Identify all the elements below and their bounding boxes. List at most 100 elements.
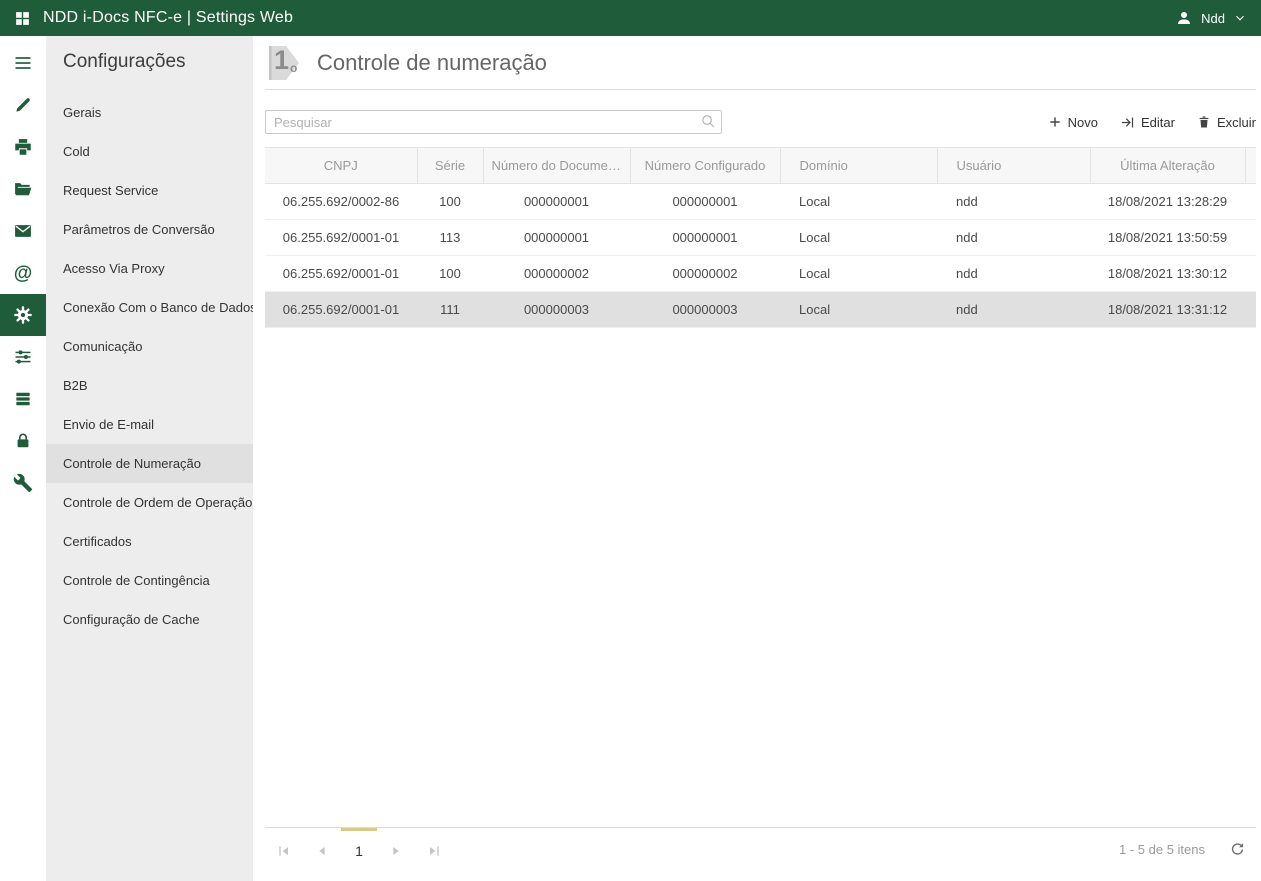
table-cell: ndd xyxy=(937,256,1090,292)
printer-icon[interactable] xyxy=(0,126,46,168)
table-cell: 111 xyxy=(417,292,483,328)
column-header[interactable]: Número Configurado xyxy=(630,148,780,184)
pager-info: 1 - 5 de 5 itens xyxy=(1119,842,1205,857)
sidebar-item[interactable]: Request Service xyxy=(46,171,253,210)
app-window: NDD i-Docs NFC-e | Settings Web Ndd xyxy=(0,0,1261,881)
trash-icon xyxy=(1197,115,1211,129)
sidebar-title: Configurações xyxy=(46,36,253,93)
pen-icon[interactable] xyxy=(0,84,46,126)
table-cell: 000000002 xyxy=(630,256,780,292)
pager: 1 1 - 5 de 5 itens xyxy=(265,827,1256,871)
table-cell: 000000003 xyxy=(630,292,780,328)
column-header[interactable]: Usuário xyxy=(937,148,1090,184)
table-cell: 100 xyxy=(417,256,483,292)
table-cell: 000000003 xyxy=(483,292,630,328)
table-row[interactable]: 06.255.692/0001-01111000000003000000003L… xyxy=(265,292,1256,328)
table-cell: 18/08/2021 13:30:12 xyxy=(1090,256,1245,292)
layers-icon[interactable] xyxy=(0,378,46,420)
sidebar-item[interactable]: Configuração de Cache xyxy=(46,600,253,639)
table-row[interactable]: 06.255.692/0001-01100000000002000000002L… xyxy=(265,256,1256,292)
table-cell: 18/08/2021 13:50:59 xyxy=(1090,220,1245,256)
table-cell: 000000001 xyxy=(630,184,780,220)
table-cell: 000000001 xyxy=(483,220,630,256)
table-cell: 100 xyxy=(417,184,483,220)
topbar: NDD i-Docs NFC-e | Settings Web Ndd xyxy=(0,0,1261,36)
search-icon[interactable] xyxy=(700,113,717,135)
sidebar-item[interactable]: Gerais xyxy=(46,93,253,132)
column-header[interactable]: Domínio xyxy=(780,148,937,184)
table-cell: ndd xyxy=(937,184,1090,220)
last-page-button[interactable] xyxy=(415,828,453,871)
next-page-button[interactable] xyxy=(377,828,415,871)
column-header[interactable]: CNPJ xyxy=(265,148,417,184)
table-cell: ndd xyxy=(937,292,1090,328)
table-cell: 06.255.692/0001-01 xyxy=(265,256,417,292)
user-name: Ndd xyxy=(1201,11,1225,26)
table-row[interactable]: 06.255.692/0002-86100000000001000000001L… xyxy=(265,184,1256,220)
table-cell: 06.255.692/0001-01 xyxy=(265,292,417,328)
sidebar-item[interactable]: Envio de E-mail xyxy=(46,405,253,444)
page-number[interactable]: 1 xyxy=(341,828,377,871)
table-cell: 000000001 xyxy=(483,184,630,220)
sidebar-item[interactable]: Certificados xyxy=(46,522,253,561)
sidebar-list: GeraisColdRequest ServiceParâmetros de C… xyxy=(46,93,253,639)
new-button[interactable]: Novo xyxy=(1048,115,1098,130)
column-header[interactable]: Última Alteração xyxy=(1090,148,1245,184)
user-icon xyxy=(1175,9,1193,27)
search-input[interactable] xyxy=(265,110,722,134)
sidebar-item[interactable]: Controle de Numeração xyxy=(46,444,253,483)
column-header[interactable]: Série xyxy=(417,148,483,184)
wrench-icon[interactable] xyxy=(0,462,46,504)
sidebar-item[interactable]: Controle de Contingência xyxy=(46,561,253,600)
envelope-icon[interactable] xyxy=(0,210,46,252)
sidebar-item[interactable]: Controle de Ordem de Operação xyxy=(46,483,253,522)
table-cell: 06.255.692/0001-01 xyxy=(265,220,417,256)
apps-grid-icon[interactable] xyxy=(14,10,31,27)
lock-icon[interactable] xyxy=(0,420,46,462)
refresh-button[interactable] xyxy=(1229,841,1246,858)
new-button-label: Novo xyxy=(1068,115,1098,130)
plus-icon xyxy=(1048,115,1062,129)
table-cell: ndd xyxy=(937,220,1090,256)
table-cell: 06.255.692/0002-86 xyxy=(265,184,417,220)
controls-row: Novo Editar xyxy=(265,110,1256,134)
table-cell: 000000001 xyxy=(630,220,780,256)
row-spacer xyxy=(1245,292,1256,328)
sidebar-item[interactable]: B2B xyxy=(46,366,253,405)
table-body: 06.255.692/0002-86100000000001000000001L… xyxy=(265,184,1256,328)
delete-button[interactable]: Excluir xyxy=(1197,115,1256,130)
table-header-row: CNPJSérieNúmero do DocumentoNúmero Confi… xyxy=(265,148,1256,184)
grid-toolbar: Novo Editar xyxy=(1048,115,1256,130)
table-cell: 000000002 xyxy=(483,256,630,292)
prev-page-button[interactable] xyxy=(303,828,341,871)
app-title: NDD i-Docs NFC-e | Settings Web xyxy=(43,9,293,27)
main-panel: 1 o Controle de numeração xyxy=(253,36,1261,881)
icon-rail: @ xyxy=(0,36,46,881)
sidebar-item[interactable]: Conexão Com o Banco de Dados xyxy=(46,288,253,327)
numbering-table: CNPJSérieNúmero do DocumentoNúmero Confi… xyxy=(265,147,1256,328)
table-cell: 113 xyxy=(417,220,483,256)
folder-icon[interactable] xyxy=(0,168,46,210)
sidebar-item[interactable]: Comunicação xyxy=(46,327,253,366)
gear-icon[interactable] xyxy=(0,294,46,336)
page-header: 1 o Controle de numeração xyxy=(265,36,1256,90)
edit-button-label: Editar xyxy=(1141,115,1175,130)
sidebar-item[interactable]: Acesso Via Proxy xyxy=(46,249,253,288)
menu-icon[interactable] xyxy=(0,42,46,84)
user-menu[interactable]: Ndd xyxy=(1175,9,1247,27)
at-icon[interactable]: @ xyxy=(0,252,46,294)
header-spacer xyxy=(1245,148,1256,184)
edit-button[interactable]: Editar xyxy=(1120,115,1175,130)
numbering-icon: 1 o xyxy=(265,44,309,82)
chevron-down-icon xyxy=(1233,11,1247,25)
sliders-icon[interactable] xyxy=(0,336,46,378)
table-cell: Local xyxy=(780,220,937,256)
sidebar-item[interactable]: Cold xyxy=(46,132,253,171)
search-box xyxy=(265,110,722,134)
table-cell: 18/08/2021 13:31:12 xyxy=(1090,292,1245,328)
first-page-button[interactable] xyxy=(265,828,303,871)
column-header[interactable]: Número do Documento xyxy=(483,148,630,184)
sidebar-item[interactable]: Parâmetros de Conversão xyxy=(46,210,253,249)
table-row[interactable]: 06.255.692/0001-01113000000001000000001L… xyxy=(265,220,1256,256)
table-cell: 18/08/2021 13:28:29 xyxy=(1090,184,1245,220)
